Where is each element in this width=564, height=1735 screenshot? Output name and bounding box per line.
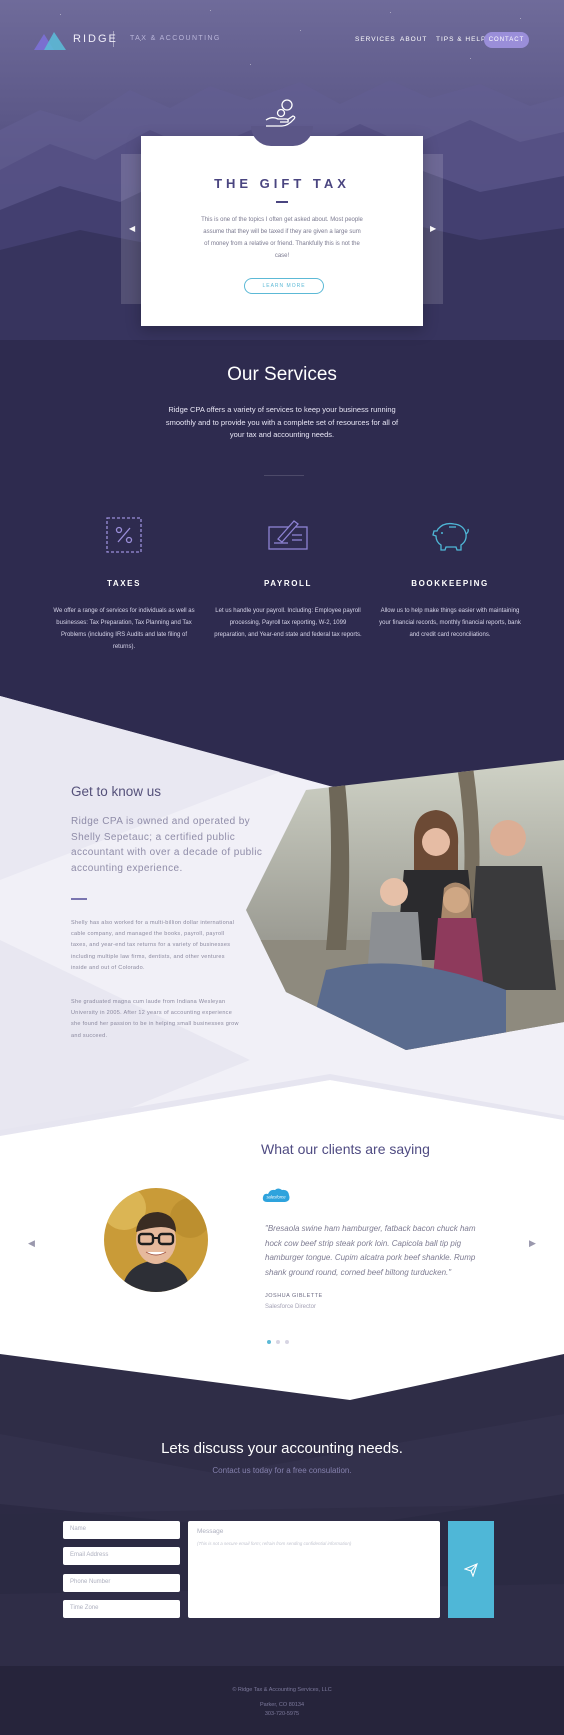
hero-next-slide[interactable]: ▶ (423, 154, 443, 304)
brand-name[interactable]: RIDGE (73, 33, 118, 45)
top-nav: RIDGE TAX & ACCOUNTING SERVICES ABOUT TI… (0, 28, 564, 52)
nav-about[interactable]: ABOUT (400, 36, 427, 43)
about-lower-edge (0, 1074, 564, 1140)
hero-card-title: THE GIFT TAX (214, 176, 350, 191)
carousel-dot-1[interactable] (267, 1340, 271, 1344)
testimonial-prev-icon[interactable]: ◀ (28, 1238, 35, 1249)
hand-coin-icon (265, 99, 296, 127)
service-payroll: PAYROLL Let us handle your payroll. Incl… (213, 515, 363, 641)
percent-icon (106, 517, 142, 553)
hero-card-divider (276, 201, 288, 203)
nav-services[interactable]: SERVICES (355, 36, 396, 43)
footer-copyright: © Ridge Tax & Accounting Services, LLC (232, 1687, 332, 1693)
avatar (104, 1188, 208, 1292)
footer: © Ridge Tax & Accounting Services, LLC P… (0, 1666, 564, 1735)
service-text: Allow us to help make things easier with… (379, 608, 521, 638)
email-field[interactable]: Email Address (63, 1547, 180, 1565)
service-text: We offer a range of services for individ… (53, 608, 195, 650)
about-paragraph-2: She graduated magna cum laude from India… (71, 999, 239, 1039)
services-intro: Ridge CPA offers a variety of services t… (165, 405, 399, 439)
message-placeholder: Message (197, 1528, 224, 1535)
carousel-dot-2[interactable] (276, 1340, 280, 1344)
service-text: Let us handle your payroll. Including: E… (214, 608, 362, 638)
message-field[interactable]: Message (This is not a secure email form… (188, 1521, 440, 1618)
footer-phone[interactable]: 303-720-5975 (0, 1711, 564, 1717)
hero-prev-slide[interactable]: ◀ (121, 154, 141, 304)
learn-more-button[interactable]: LEARN MORE (244, 278, 324, 294)
send-button[interactable] (448, 1521, 494, 1618)
brand-divider (113, 31, 114, 47)
contact-title: Lets discuss your accounting needs. (161, 1440, 403, 1457)
chevron-right-icon: ▶ (430, 224, 437, 233)
family-photo (246, 760, 564, 1050)
check-pen-icon (268, 520, 308, 550)
ridge-logo-icon[interactable] (34, 30, 66, 50)
hero-card-text: This is one of the topics I often get as… (201, 217, 363, 259)
service-taxes: TAXES We offer a range of services for i… (49, 515, 199, 653)
message-note: (This is not a secure email form; refrai… (197, 1541, 352, 1546)
services-title: Our Services (227, 364, 337, 385)
page: { "nav": { "brand": "RIDGE", "tagline": … (0, 0, 564, 1735)
about-divider (71, 898, 87, 900)
testimonial-name: JOSHUA GIBLETTE (265, 1293, 323, 1299)
carousel-dot-3[interactable] (285, 1340, 289, 1344)
testimonial-quote: "Bresaola swine ham hamburger, fatback b… (265, 1224, 476, 1277)
services-divider (264, 475, 304, 476)
brand-tagline: TAX & ACCOUNTING (130, 35, 221, 42)
name-field[interactable]: Name (63, 1521, 180, 1539)
salesforce-logo: salesforce (262, 1188, 290, 1202)
chevron-left-icon: ◀ (129, 224, 136, 233)
nav-contact-button[interactable]: CONTACT (484, 32, 529, 48)
testimonial-next-icon[interactable]: ▶ (529, 1238, 536, 1249)
piggy-bank-icon (432, 522, 469, 551)
salesforce-logo-text: salesforce (266, 1195, 286, 1200)
contact-background (0, 1354, 564, 1666)
about-paragraph-1: Shelly has also worked for a multi-billi… (71, 920, 235, 971)
service-title: BOOKKEEPING (411, 579, 489, 588)
time-zone-field[interactable]: Time Zone (63, 1600, 180, 1618)
paper-plane-icon (464, 1563, 478, 1577)
testimonials-title: What our clients are saying (261, 1141, 430, 1157)
service-bookkeeping: BOOKKEEPING Allow us to help make things… (375, 515, 525, 641)
about-title: Get to know us (71, 784, 162, 799)
testimonial-role: Salesforce Director (265, 1304, 317, 1310)
about-lead: Ridge CPA is owned and operated by Shell… (71, 816, 263, 874)
hero-card: THE GIFT TAX This is one of the topics I… (141, 136, 423, 326)
phone-field[interactable]: Phone Number (63, 1574, 180, 1592)
contact-subtitle: Contact us today for a free consulation. (212, 1466, 352, 1475)
nav-tips-help[interactable]: TIPS & HELP (436, 36, 486, 43)
service-title: TAXES (106, 579, 142, 588)
service-title: PAYROLL (263, 579, 313, 588)
footer-city: Parker, CO 80134 (259, 1702, 305, 1708)
